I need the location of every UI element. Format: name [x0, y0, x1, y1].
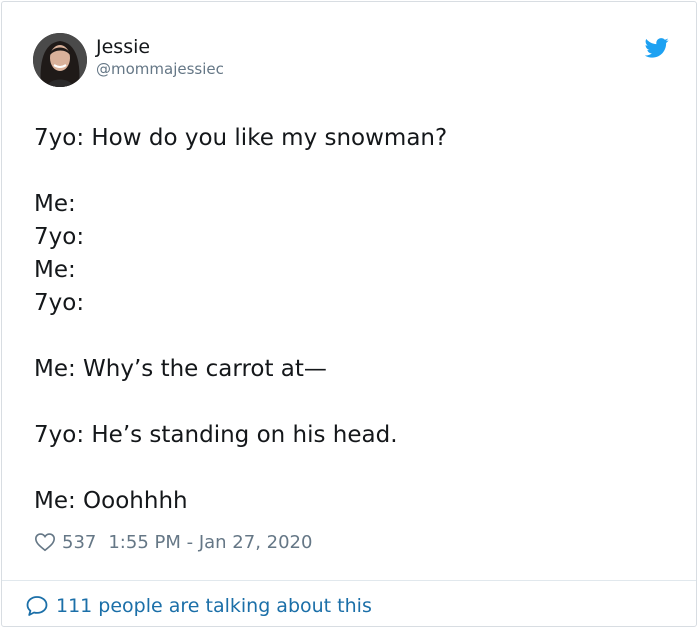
- speech-bubble-icon: [26, 596, 48, 616]
- tweet-header: Jessie @mommajessiec: [33, 33, 673, 89]
- tweet-line: 7yo:: [34, 224, 85, 250]
- conversation-link[interactable]: 111 people are talking about this: [25, 591, 372, 621]
- twitter-bird-icon[interactable]: [645, 37, 669, 59]
- author-name[interactable]: Jessie: [96, 35, 224, 59]
- tweet-line: Me:: [34, 191, 76, 217]
- tweet-line: [34, 386, 654, 419]
- conversation-link-label[interactable]: 111 people are talking about this: [56, 595, 372, 617]
- avatar-photo: [33, 33, 87, 87]
- tweet-line: 7yo: How do you like my snowman?: [34, 125, 448, 151]
- tweet-text: 7yo: How do you like my snowman? Me: 7yo…: [34, 122, 654, 518]
- tweet-line: Me: Ooohhhh: [34, 488, 188, 514]
- tweet-line: Me: Why’s the carrot at—: [34, 356, 327, 382]
- heart-icon[interactable]: [34, 531, 56, 553]
- tweet-line: 7yo:: [34, 290, 85, 316]
- tweet-line: Me:: [34, 257, 76, 283]
- like-count[interactable]: 537: [62, 532, 96, 553]
- tweet-line: [34, 155, 654, 188]
- author-names: Jessie @mommajessiec: [96, 35, 224, 79]
- avatar[interactable]: [33, 33, 87, 87]
- tweet-card: Jessie @mommajessiec 7yo: How do you lik…: [1, 1, 697, 627]
- tweet-meta: 537 1:55 PM - Jan 27, 2020: [34, 529, 312, 555]
- tweet-line: 7yo: He’s standing on his head.: [34, 422, 398, 448]
- author-handle[interactable]: @mommajessiec: [96, 59, 224, 79]
- tweet-line: [34, 452, 654, 485]
- tweet-timestamp[interactable]: 1:55 PM - Jan 27, 2020: [108, 532, 312, 553]
- tweet-line: [34, 320, 654, 353]
- divider: [2, 580, 696, 581]
